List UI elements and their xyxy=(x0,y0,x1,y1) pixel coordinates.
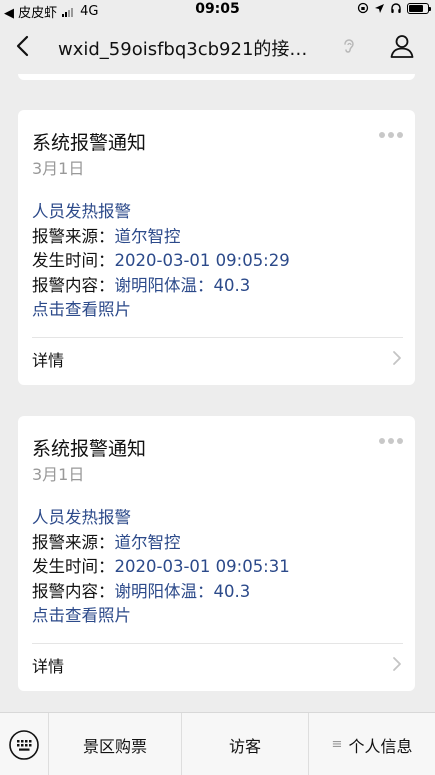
alert-type: 人员发热报警 xyxy=(32,202,131,221)
content-value: 谢明阳体温：40.3 xyxy=(114,581,251,601)
status-bar: ◀ 皮皮虾 4G 09:05 xyxy=(0,0,435,21)
time-label: 发生时间： xyxy=(32,557,115,576)
card-body: 人员发热报警 报警来源：道尔智控 发生时间：2020-03-01 09:05:3… xyxy=(32,506,290,629)
more-options-icon[interactable] xyxy=(379,132,403,138)
time-value: 2020-03-01 09:05:31 xyxy=(114,557,290,576)
detail-link[interactable]: 详情 xyxy=(32,347,64,371)
headphones-icon xyxy=(391,3,401,13)
bottom-menu-bar: 景区购票 访客 ≡ 个人信息 xyxy=(0,712,435,775)
alert-source-row: 报警来源：道尔智控 xyxy=(32,225,290,250)
alert-source-row: 报警来源：道尔智控 xyxy=(32,531,290,556)
content-label: 报警内容： xyxy=(32,275,115,295)
alert-time-row: 发生时间：2020-03-01 09:05:31 xyxy=(32,555,290,580)
source-value: 道尔智控 xyxy=(114,532,181,552)
menu-personal-info[interactable]: ≡ 个人信息 xyxy=(308,713,435,775)
card-date: 3月1日 xyxy=(32,159,85,178)
menu-label: 访客 xyxy=(228,736,261,756)
card-date: 3月1日 xyxy=(32,465,85,484)
location-icon xyxy=(375,3,384,13)
content-label: 报警内容： xyxy=(32,581,115,601)
orientation-lock-icon xyxy=(357,2,369,14)
more-options-icon[interactable] xyxy=(379,438,403,444)
status-right xyxy=(357,2,431,14)
alert-type: 人员发热报警 xyxy=(32,508,131,527)
chevron-right-icon xyxy=(393,351,401,365)
back-arrow-icon[interactable] xyxy=(10,32,38,60)
view-photo-link[interactable]: 点击查看照片 xyxy=(32,604,290,629)
menu-visitor[interactable]: 访客 xyxy=(181,713,308,775)
nav-bar: wxid_59oisfbq3cb921的接… xyxy=(0,20,435,74)
keyboard-toggle-icon[interactable] xyxy=(8,729,40,761)
submenu-icon: ≡ xyxy=(331,737,343,752)
alert-content-row: 报警内容：谢明阳体温：40.3 xyxy=(32,580,290,605)
source-label: 报警来源： xyxy=(32,226,115,246)
time-value: 2020-03-01 09:05:29 xyxy=(114,251,290,270)
alert-card[interactable]: 系统报警通知 3月1日 人员发热报警 报警来源：道尔智控 发生时间：2020-0… xyxy=(18,416,415,691)
message-list[interactable]: 系统报警通知 3月1日 人员发热报警 报警来源：道尔智控 发生时间：2020-0… xyxy=(0,74,435,712)
source-value: 道尔智控 xyxy=(114,226,181,246)
card-body: 人员发热报警 报警来源：道尔智控 发生时间：2020-03-01 09:05:2… xyxy=(32,200,290,323)
time-label: 发生时间： xyxy=(32,251,115,270)
chat-title: wxid_59oisfbq3cb921的接… xyxy=(58,39,308,60)
card-divider xyxy=(32,337,403,338)
card-title: 系统报警通知 xyxy=(32,438,147,460)
alert-card[interactable]: 系统报警通知 3月1日 人员发热报警 报警来源：道尔智控 发生时间：2020-0… xyxy=(18,110,415,385)
chevron-right-icon xyxy=(393,657,401,671)
menu-scenic-tickets[interactable]: 景区购票 xyxy=(48,713,181,775)
previous-card-edge xyxy=(18,74,415,80)
content-value: 谢明阳体温：40.3 xyxy=(114,275,251,295)
card-title: 系统报警通知 xyxy=(32,132,147,154)
battery-icon xyxy=(407,2,431,14)
card-divider xyxy=(32,643,403,644)
profile-icon[interactable] xyxy=(389,33,415,59)
detail-link[interactable]: 详情 xyxy=(32,653,64,677)
alert-time-row: 发生时间：2020-03-01 09:05:29 xyxy=(32,249,290,274)
source-label: 报警来源： xyxy=(32,532,115,552)
alert-content-row: 报警内容：谢明阳体温：40.3 xyxy=(32,274,290,299)
menu-label: 景区购票 xyxy=(82,736,147,756)
ear-mode-icon xyxy=(344,39,354,53)
view-photo-link[interactable]: 点击查看照片 xyxy=(32,298,290,323)
menu-label: 个人信息 xyxy=(348,736,413,756)
